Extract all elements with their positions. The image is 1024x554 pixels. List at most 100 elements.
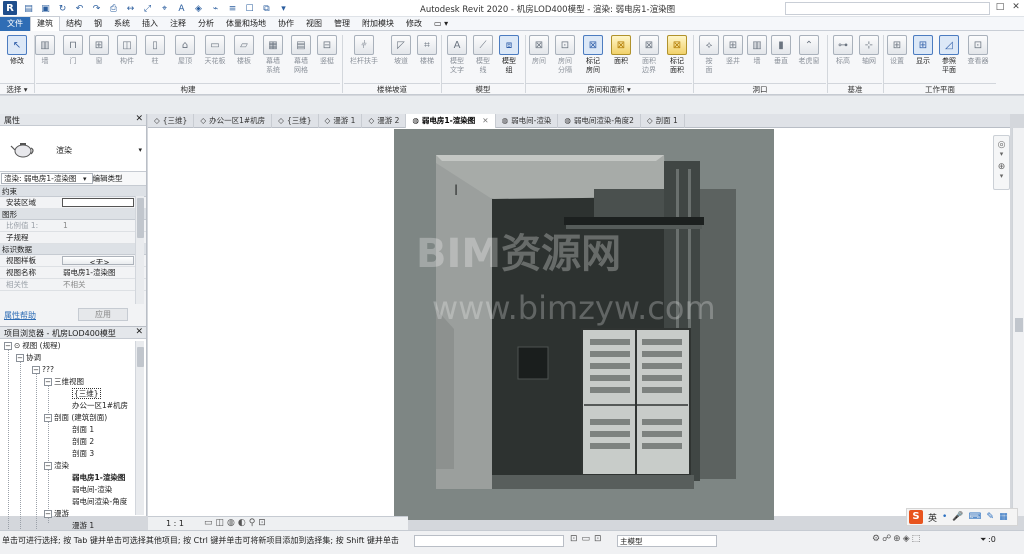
chevron-down-icon[interactable]: ▾	[83, 175, 87, 183]
menu-collaborate[interactable]: 协作	[272, 17, 300, 31]
contextual-dropdown[interactable]: ▭ ▾	[428, 17, 454, 31]
search-input[interactable]	[785, 2, 990, 15]
column-button[interactable]: ▯ 柱	[140, 33, 170, 79]
menu-architecture[interactable]: 建筑	[30, 16, 60, 31]
tab-walkthrough-2[interactable]: ◇ 漫游 2	[362, 113, 407, 128]
menu-annotate[interactable]: 注释	[164, 17, 192, 31]
menu-massing[interactable]: 体量和场地	[220, 17, 272, 31]
skin-icon[interactable]: ✎	[987, 512, 995, 522]
tree-leaf[interactable]: 剖面 1	[72, 425, 94, 435]
zoom-icon[interactable]: ⊕	[994, 162, 1009, 172]
menu-addins[interactable]: 附加模块	[356, 17, 400, 31]
measure-icon[interactable]: ↔	[124, 3, 137, 15]
floor-button[interactable]: ▱ 楼板	[229, 33, 259, 79]
sogou-icon[interactable]: S	[909, 510, 923, 524]
tree-leaf[interactable]: {三维}	[72, 388, 101, 399]
tab-render-2[interactable]: ◍ 弱电间-渲染	[496, 113, 559, 128]
dormer-button[interactable]: ⌃ 老虎窗	[794, 33, 824, 79]
modify-button[interactable]: ↖ 修改	[2, 33, 32, 79]
steering-wheel-icon[interactable]: ◎	[994, 140, 1009, 150]
tab-walkthrough-1[interactable]: ◇ 漫游 1	[319, 113, 363, 128]
ceiling-button[interactable]: ▭ 天花板	[200, 33, 230, 79]
save-icon[interactable]: ▣	[39, 3, 52, 15]
close-icon[interactable]: ✕	[1009, 2, 1023, 15]
group-identity-data[interactable]: 标识数据	[0, 244, 146, 255]
tab-office-room[interactable]: ◇ 办公一区1#机房	[194, 113, 273, 128]
close-icon[interactable]: ✕	[482, 116, 488, 125]
chevron-down-icon[interactable]: ▾	[994, 172, 1009, 180]
revit-logo[interactable]: R	[3, 1, 17, 15]
tree-leaf[interactable]: 弱电间-渲染	[72, 485, 112, 495]
restore-icon[interactable]: □	[993, 2, 1007, 15]
tab-render-active[interactable]: ◍ 弱电房1-渲染图 ✕	[406, 113, 496, 128]
keyboard-icon[interactable]: ⌨	[969, 512, 982, 522]
undo-icon[interactable]: ↶	[73, 3, 86, 15]
tree-leaf[interactable]: 办公一区1#机房	[72, 401, 128, 411]
menu-structure[interactable]: 结构	[60, 17, 88, 31]
dimension-icon[interactable]: ⤢	[141, 3, 154, 15]
redo-icon[interactable]: ↷	[90, 3, 103, 15]
close-icon[interactable]: ✕	[135, 327, 143, 337]
open-icon[interactable]: ▤	[22, 3, 35, 15]
menu-insert[interactable]: 插入	[136, 17, 164, 31]
curtain-system-button[interactable]: ▦ 幕墙 系统	[258, 33, 288, 79]
tab-3d-view-2[interactable]: ◇ {三维}	[272, 113, 319, 128]
toolbox-icon[interactable]: ▦	[999, 512, 1008, 522]
room-area-panel-label[interactable]: 房间和面积 ▾	[526, 83, 692, 95]
model-group-button[interactable]: ⧈ 模型 组	[494, 33, 524, 79]
sync-icon[interactable]: ↻	[56, 3, 69, 15]
tree-node[interactable]: − ⊙ 视图 (规程)	[4, 341, 61, 351]
filter-icon[interactable]: ⏷	[980, 535, 986, 545]
tab-render-angle[interactable]: ◍ 弱电间渲染-角度2	[558, 113, 641, 128]
scope-box-field[interactable]	[62, 198, 134, 207]
menu-analyze[interactable]: 分析	[192, 17, 220, 31]
menu-manage[interactable]: 管理	[328, 17, 356, 31]
ref-plane-button[interactable]: ◿ 参照 平面	[934, 33, 964, 79]
area-button[interactable]: ⊠ 面积	[606, 33, 636, 79]
microphone-icon[interactable]: 🎤	[952, 512, 963, 522]
switch-windows-icon[interactable]: ⧉	[260, 3, 273, 15]
tree-node[interactable]: − 三维视图	[44, 377, 84, 387]
close-hidden-icon[interactable]: ☐	[243, 3, 256, 15]
tag-room-button[interactable]: ⊠ 标记 房间	[578, 33, 608, 79]
window-button[interactable]: ⊞ 窗	[84, 33, 114, 79]
tag-icon[interactable]: ⌖	[158, 3, 171, 15]
tab-3d-view[interactable]: ◇ {三维}	[148, 113, 195, 128]
group-constraints[interactable]: 约束	[0, 186, 146, 197]
area-boundary-button[interactable]: ⊠ 面积 边界	[634, 33, 664, 79]
select-panel-label[interactable]: 选择 ▾	[0, 83, 34, 95]
close-icon[interactable]: ✕	[135, 114, 143, 124]
vertical-opening-button[interactable]: ▮ 垂直	[766, 33, 796, 79]
view-name-field[interactable]: 弱电房1-渲染图	[60, 267, 134, 278]
tree-node[interactable]: − 漫游	[44, 509, 69, 519]
thin-lines-icon[interactable]: ≡	[226, 3, 239, 15]
edit-type-button[interactable]: 编辑类型	[93, 173, 123, 184]
design-options-icons[interactable]: ⊡▭⊡	[570, 534, 606, 544]
selection-option-icons[interactable]: ⚙☍⊕◈⬚	[872, 534, 922, 544]
chevron-down-icon[interactable]: ▾	[138, 146, 142, 154]
workset-input[interactable]	[414, 535, 564, 547]
group-graphics[interactable]: 图形	[0, 209, 146, 220]
grid-button[interactable]: ⊹ 轴网	[854, 33, 884, 79]
menu-file[interactable]: 文件	[0, 16, 30, 31]
tree-leaf[interactable]: 弱电房1-渲染图	[72, 473, 125, 483]
tree-node[interactable]: −???	[32, 365, 54, 375]
sub-discipline-field[interactable]	[60, 232, 134, 243]
tree-leaf[interactable]: 剖面 2	[72, 437, 94, 447]
tree-leaf[interactable]: 弱电间渲染-角度	[72, 497, 127, 507]
view-control-icons[interactable]: ▭◫◍◐⚲⊡	[204, 518, 269, 528]
properties-help-link[interactable]: 属性帮助	[4, 310, 36, 321]
browser-scrollbar[interactable]	[135, 341, 144, 515]
railing-button[interactable]: ⫩ 栏杆扶手	[346, 33, 382, 79]
view-template-button[interactable]: <无>	[62, 256, 134, 265]
component-button[interactable]: ◫ 构件	[112, 33, 142, 79]
viewer-button[interactable]: ⊡ 查看器	[962, 33, 994, 79]
menu-view[interactable]: 视图	[300, 17, 328, 31]
tag-area-button[interactable]: ⊠ 标记 面积	[662, 33, 692, 79]
room-separator-button[interactable]: ⊡ 房间 分隔	[550, 33, 580, 79]
type-selector[interactable]: 渲染 ▾	[0, 126, 146, 172]
tree-node[interactable]: − 渲染	[44, 461, 69, 471]
wall-button[interactable]: ▥ 墙	[30, 33, 60, 79]
punctuation-icon[interactable]: •	[942, 512, 947, 522]
section-icon[interactable]: ⌁	[209, 3, 222, 15]
